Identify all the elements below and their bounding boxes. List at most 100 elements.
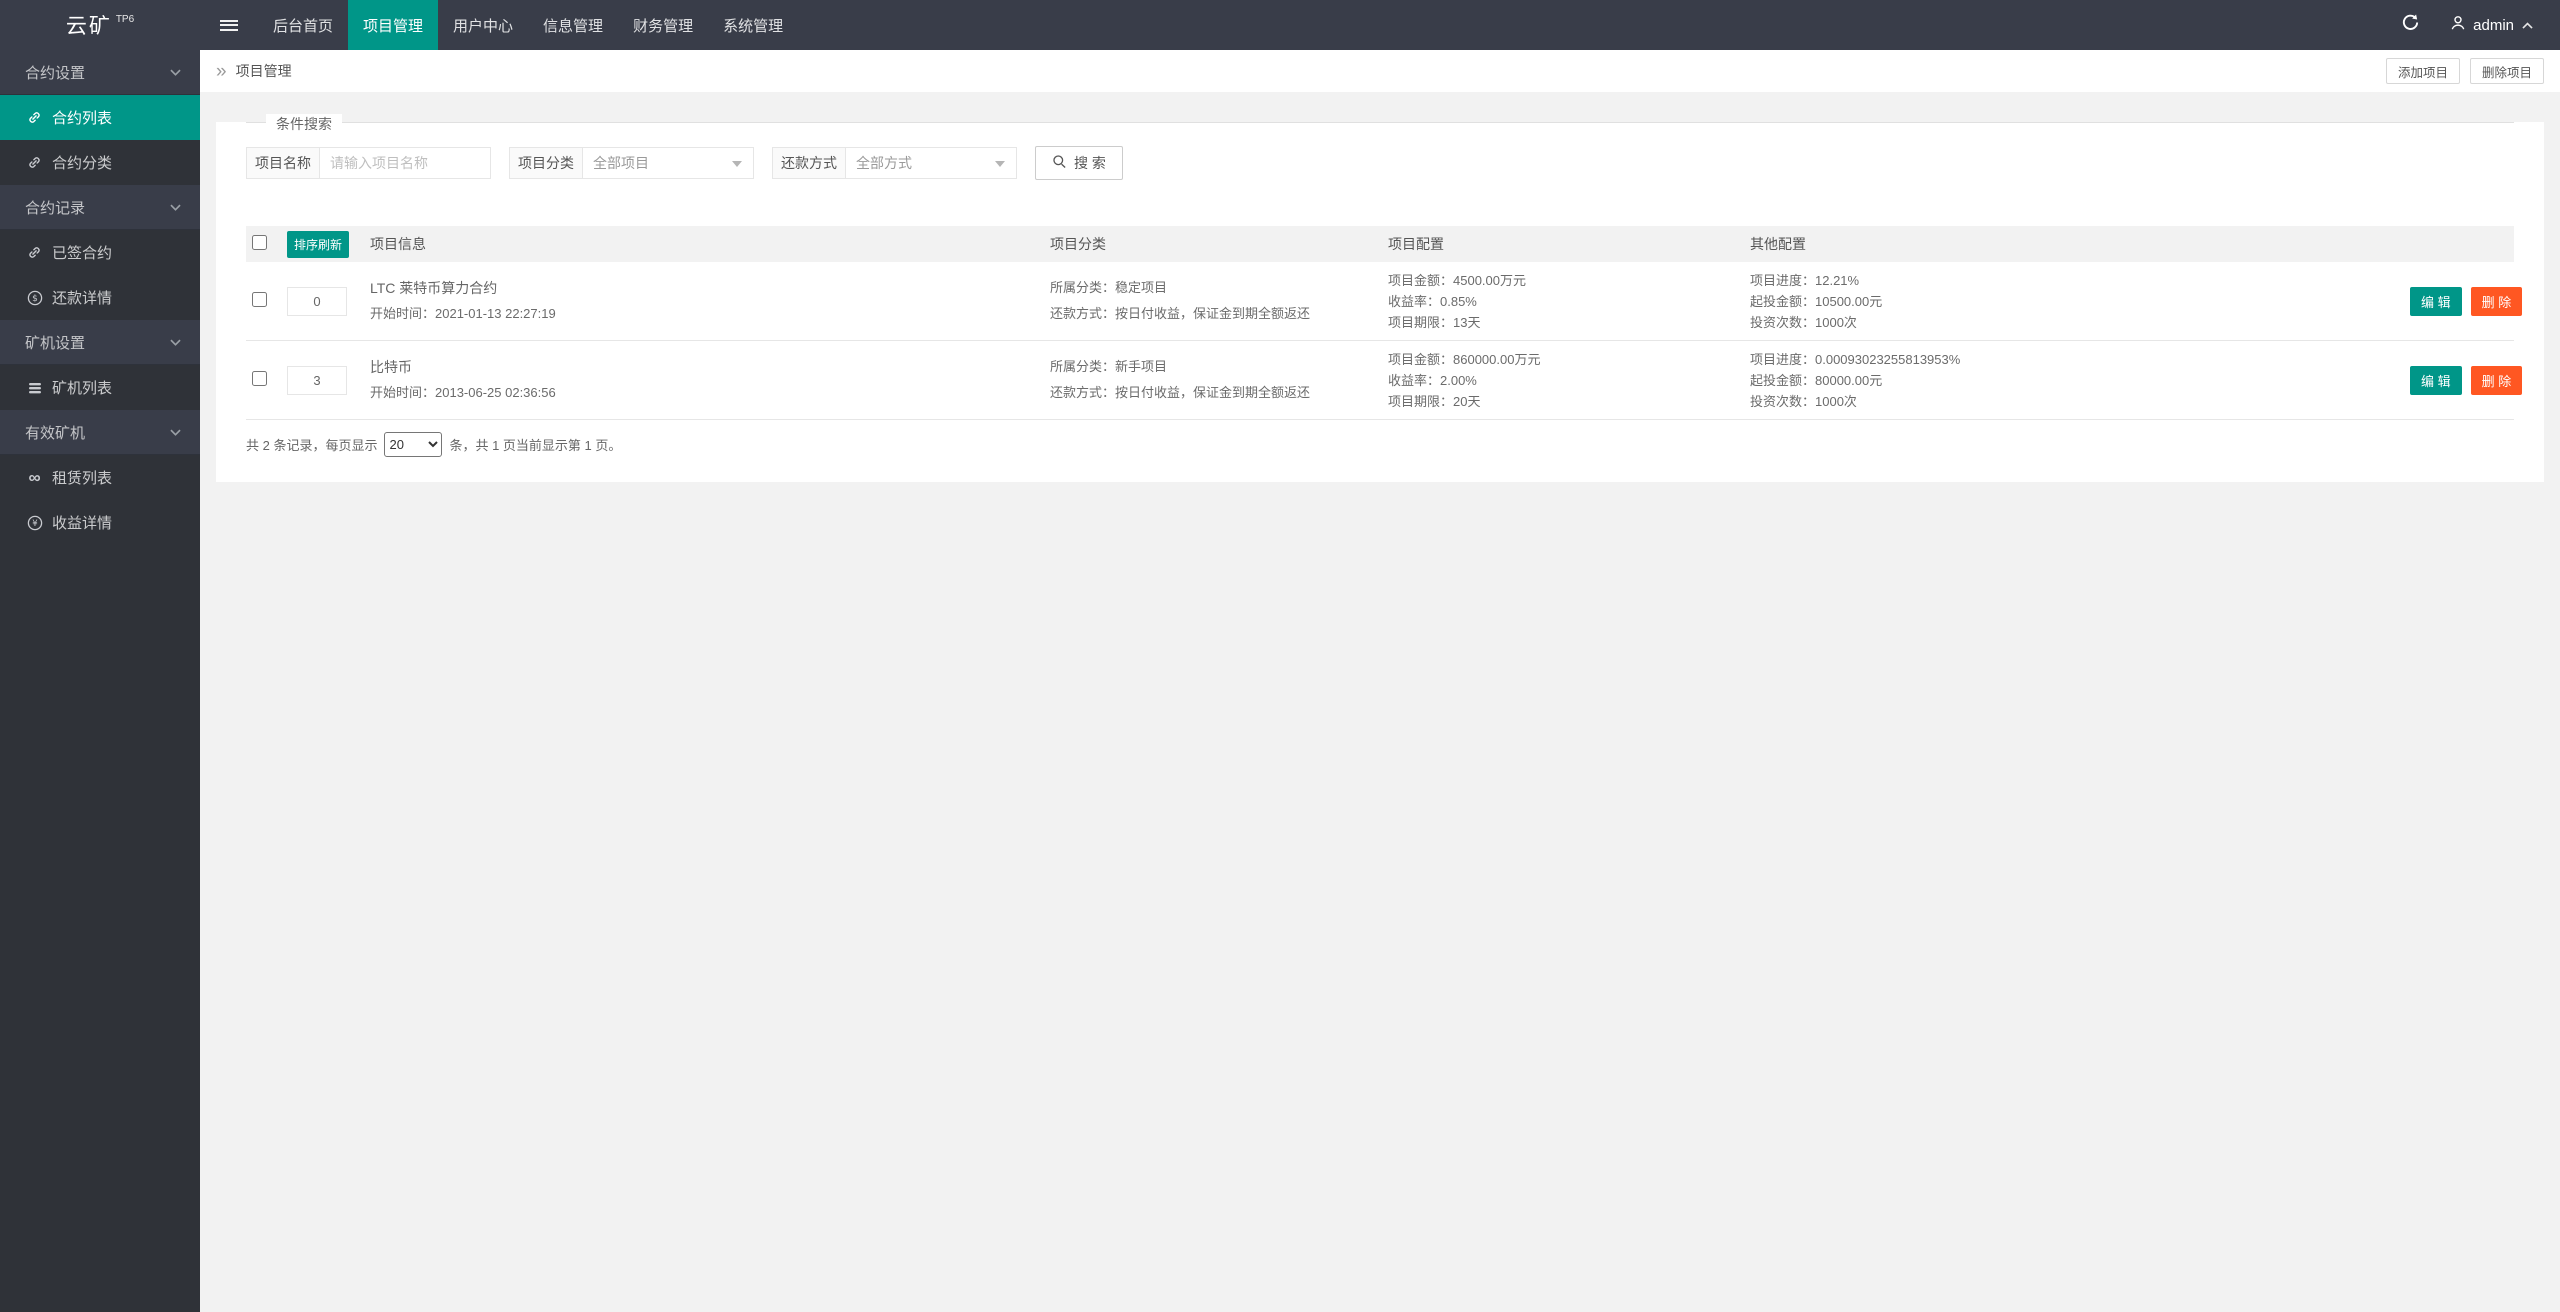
sidebar-group-contract-settings[interactable]: 合约设置 (0, 50, 200, 95)
sidebar-item-lease-list[interactable]: ∞ 租赁列表 (0, 455, 200, 500)
sidebar-item-contract-category[interactable]: 合约分类 (0, 140, 200, 185)
nav-tab-home[interactable]: 后台首页 (258, 0, 348, 50)
search-legend: 条件搜索 (266, 114, 342, 134)
project-repay-method: 还款方式：按日付收益，保证金到期全额返还 (1050, 380, 1388, 406)
search-button[interactable]: 搜 索 (1035, 146, 1123, 180)
project-name-label: 项目名称 (246, 147, 320, 179)
breadcrumb-bar: » 项目管理 添加项目 删除项目 (200, 50, 2560, 92)
project-repay-method: 还款方式：按日付收益，保证金到期全额返还 (1050, 301, 1388, 327)
nav-tab-info[interactable]: 信息管理 (528, 0, 618, 50)
refresh-button[interactable] (2381, 0, 2440, 50)
brand-logo[interactable]: 云矿TP6 (0, 0, 200, 50)
add-project-button[interactable]: 添加项目 (2386, 58, 2460, 84)
sidebar-item-label: 矿机列表 (52, 377, 112, 398)
sidebar-item-signed-contracts[interactable]: 已签合约 (0, 230, 200, 275)
page-size-select[interactable]: 20 (384, 432, 442, 457)
column-header-project-info: 项目信息 (370, 234, 1050, 254)
project-category-value: 全部项目 (593, 153, 649, 173)
sidebar-item-income-details[interactable]: ¥ 收益详情 (0, 500, 200, 545)
layers-icon (26, 379, 43, 396)
project-min-invest: 起投金额：80000.00元 (1750, 370, 2080, 391)
delete-project-button[interactable]: 删除项目 (2470, 58, 2544, 84)
username: admin (2473, 17, 2514, 34)
repay-method-select[interactable]: 全部方式 (845, 147, 1017, 179)
project-category-select[interactable]: 全部项目 (582, 147, 754, 179)
user-menu[interactable]: admin (2440, 0, 2560, 50)
delete-button[interactable]: 删 除 (2471, 366, 2523, 395)
sort-order-input[interactable] (287, 366, 347, 395)
sidebar-item-repayment-details[interactable]: $ 还款详情 (0, 275, 200, 320)
table-row: 比特币 开始时间：2013-06-25 02:36:56 所属分类：新手项目 还… (246, 341, 2514, 420)
table-row: LTC 莱特币算力合约 开始时间：2021-01-13 22:27:19 所属分… (246, 262, 2514, 341)
sidebar-item-label: 合约分类 (52, 152, 112, 173)
select-all-checkbox[interactable] (252, 235, 267, 250)
edit-button[interactable]: 编 辑 (2410, 366, 2462, 395)
yen-circle-icon: ¥ (26, 514, 43, 531)
infinity-icon: ∞ (26, 469, 43, 486)
chevron-down-icon (732, 161, 742, 167)
topbar-right: admin (2381, 0, 2560, 50)
project-name-filter: 项目名称 (246, 147, 491, 179)
chevron-down-icon (169, 68, 182, 77)
sidebar-item-label: 租赁列表 (52, 467, 112, 488)
table-header: 排序刷新 项目信息 项目分类 项目配置 其他配置 (246, 226, 2514, 262)
nav-tab-projects[interactable]: 项目管理 (348, 0, 438, 50)
nav-tab-finance[interactable]: 财务管理 (618, 0, 708, 50)
sidebar-item-label: 合约列表 (52, 107, 112, 128)
content-card: 条件搜索 项目名称 项目分类 全部项目 还款方式 全部方式 (216, 122, 2544, 482)
hamburger-icon (220, 17, 238, 33)
chevron-down-icon (169, 338, 182, 347)
sidebar-group-active-miners[interactable]: 有效矿机 (0, 410, 200, 455)
project-category: 所属分类：新手项目 (1050, 354, 1388, 380)
project-name: 比特币 (370, 354, 1050, 380)
svg-text:$: $ (32, 294, 38, 304)
sidebar: 合约设置 合约列表 合约分类 合约记录 已签合约 $ 还款详情 矿机设置 矿机列… (0, 50, 200, 1312)
row-checkbox[interactable] (252, 292, 267, 307)
menu-toggle-button[interactable] (200, 0, 258, 50)
sort-order-input[interactable] (287, 287, 347, 316)
link-icon (26, 244, 43, 261)
svg-text:¥: ¥ (32, 519, 38, 529)
page-actions: 添加项目 删除项目 (2386, 58, 2544, 84)
project-invest-times: 投资次数：1000次 (1750, 391, 2080, 412)
sidebar-item-miner-list[interactable]: 矿机列表 (0, 365, 200, 410)
refresh-icon (2401, 13, 2420, 37)
chevron-down-icon (169, 203, 182, 212)
project-term: 项目期限：13天 (1388, 312, 1750, 333)
sidebar-group-label: 合约设置 (25, 62, 85, 83)
breadcrumb-icon: » (216, 62, 227, 81)
top-nav: 后台首页 项目管理 用户中心 信息管理 财务管理 系统管理 (258, 0, 798, 50)
row-checkbox[interactable] (252, 371, 267, 386)
project-invest-times: 投资次数：1000次 (1750, 312, 2080, 333)
nav-tab-users[interactable]: 用户中心 (438, 0, 528, 50)
project-amount: 项目金额：860000.00万元 (1388, 349, 1750, 370)
project-category-label: 项目分类 (509, 147, 583, 179)
repay-method-filter: 还款方式 全部方式 (772, 147, 1017, 179)
project-term: 项目期限：20天 (1388, 391, 1750, 412)
sidebar-item-contract-list[interactable]: 合约列表 (0, 95, 200, 140)
search-button-label: 搜 索 (1074, 153, 1106, 173)
sidebar-group-contract-records[interactable]: 合约记录 (0, 185, 200, 230)
sort-refresh-button[interactable]: 排序刷新 (287, 231, 349, 258)
repay-method-label: 还款方式 (772, 147, 846, 179)
project-min-invest: 起投金额：10500.00元 (1750, 291, 2080, 312)
sidebar-group-miner-settings[interactable]: 矿机设置 (0, 320, 200, 365)
nav-tab-system[interactable]: 系统管理 (708, 0, 798, 50)
search-icon (1052, 154, 1067, 172)
chevron-up-icon (2521, 17, 2534, 34)
user-icon (2450, 15, 2466, 35)
sidebar-group-label: 有效矿机 (25, 422, 85, 443)
project-name-input[interactable] (319, 147, 491, 179)
project-progress: 项目进度：12.21% (1750, 270, 2080, 291)
pagination: 共 2 条记录，每页显示 20 条，共 1 页当前显示第 1 页。 (246, 420, 2514, 468)
chevron-down-icon (169, 428, 182, 437)
edit-button[interactable]: 编 辑 (2410, 287, 2462, 316)
column-header-project-category: 项目分类 (1050, 234, 1388, 254)
project-progress: 项目进度：0.00093023255813953% (1750, 349, 2080, 370)
delete-button[interactable]: 删 除 (2471, 287, 2523, 316)
project-rate: 收益率：2.00% (1388, 370, 1750, 391)
project-category-filter: 项目分类 全部项目 (509, 147, 754, 179)
sidebar-item-label: 还款详情 (52, 287, 112, 308)
search-form: 项目名称 项目分类 全部项目 还款方式 全部方式 搜 索 (246, 123, 2514, 180)
main-content: » 项目管理 添加项目 删除项目 条件搜索 项目名称 项目分类 全部项目 (200, 50, 2560, 1312)
